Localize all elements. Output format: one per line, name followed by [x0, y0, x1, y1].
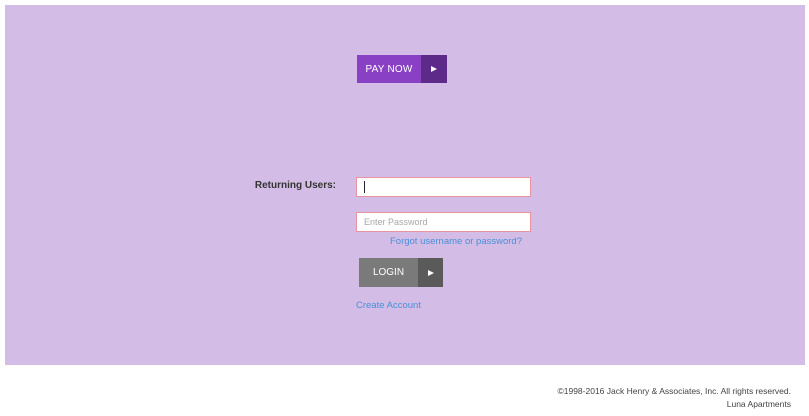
create-account-link[interactable]: Create Account: [356, 300, 421, 311]
pay-now-button[interactable]: PAY NOW: [357, 55, 447, 83]
login-label: LOGIN: [359, 258, 418, 287]
play-arrow-icon: [427, 269, 434, 276]
footer: ©1998-2016 Jack Henry & Associates, Inc.…: [557, 385, 791, 411]
returning-users-label: Returning Users:: [254, 180, 336, 191]
pay-now-label: PAY NOW: [357, 55, 421, 83]
play-arrow-icon: [431, 66, 437, 72]
forgot-credentials-link[interactable]: Forgot username or password?: [356, 236, 522, 247]
copyright-text: ©1998-2016 Jack Henry & Associates, Inc.…: [557, 386, 791, 396]
login-button[interactable]: LOGIN: [359, 258, 443, 287]
pay-now-arrow-box: [421, 55, 447, 83]
company-name: Luna Apartments: [726, 399, 791, 409]
page: PAY NOW Returning Users: Forgot username…: [0, 0, 809, 416]
login-arrow-box: [418, 258, 443, 287]
text-caret: [364, 181, 365, 193]
password-input[interactable]: [356, 212, 531, 232]
username-input[interactable]: [356, 177, 531, 197]
